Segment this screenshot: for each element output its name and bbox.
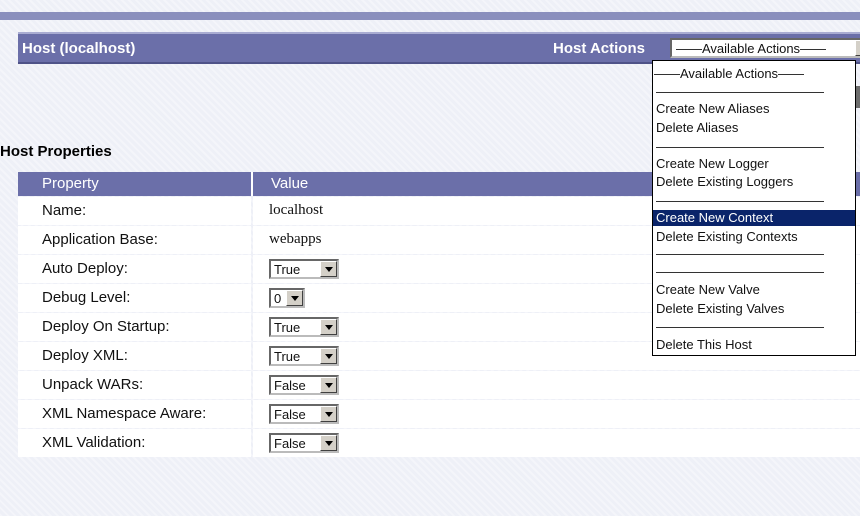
- property-label: Auto Deploy:: [18, 255, 251, 283]
- property-value-cell: False: [253, 371, 860, 399]
- deploy-on-startup-selected-value: True: [274, 320, 301, 335]
- property-label: Unpack WARs:: [18, 371, 251, 399]
- chevron-down-icon[interactable]: [320, 377, 337, 393]
- dropdown-option-create-new-logger[interactable]: Create New Logger: [653, 156, 855, 172]
- host-title: Host (localhost): [22, 40, 136, 57]
- xml-validation-select[interactable]: False: [269, 433, 339, 453]
- property-label: Application Base:: [18, 226, 251, 254]
- dropdown-option-create-new-aliases[interactable]: Create New Aliases: [653, 101, 855, 117]
- column-header-value: Value: [271, 175, 309, 192]
- column-header-property: Property: [42, 175, 99, 192]
- dropdown-option-delete-existing-loggers[interactable]: Delete Existing Loggers: [653, 174, 855, 190]
- xml-namespace-aware-select[interactable]: False: [269, 404, 339, 424]
- dropdown-option-delete-existing-contexts[interactable]: Delete Existing Contexts: [653, 229, 855, 245]
- host-actions-select[interactable]: ——Available Actions——: [670, 38, 860, 58]
- chevron-down-icon[interactable]: [320, 319, 337, 335]
- column-divider: [251, 172, 253, 196]
- property-label: Debug Level:: [18, 284, 251, 312]
- dropdown-option-create-new-context[interactable]: Create New Context: [653, 210, 855, 226]
- table-row-xml-namespace-aware: XML Namespace Aware: False: [18, 400, 860, 429]
- chevron-down-icon[interactable]: [286, 290, 303, 306]
- property-label: Deploy On Startup:: [18, 313, 251, 341]
- debug-level-select[interactable]: 0: [269, 288, 305, 308]
- auto-deploy-selected-value: True: [274, 262, 301, 277]
- top-strip: [0, 12, 860, 20]
- chevron-down-icon[interactable]: [855, 40, 860, 56]
- host-actions-label: Host Actions: [553, 40, 645, 57]
- unpack-wars-select[interactable]: False: [269, 375, 339, 395]
- chevron-down-icon[interactable]: [320, 348, 337, 364]
- dropdown-separator: [656, 201, 824, 202]
- property-label: Name:: [18, 197, 251, 225]
- property-label: XML Namespace Aware:: [18, 400, 251, 428]
- deploy-on-startup-select[interactable]: True: [269, 317, 339, 337]
- xml-validation-selected-value: False: [274, 436, 306, 451]
- host-actions-selected-value: ——Available Actions——: [676, 41, 827, 56]
- dropdown-option-delete-existing-valves[interactable]: Delete Existing Valves: [653, 301, 855, 317]
- chevron-down-icon[interactable]: [320, 261, 337, 277]
- host-actions-dropdown-list: ——Available Actions—— Create New Aliases…: [652, 60, 856, 356]
- property-label: Deploy XML:: [18, 342, 251, 370]
- unpack-wars-selected-value: False: [274, 378, 306, 393]
- name-value: localhost: [269, 202, 324, 218]
- property-value-cell: False: [253, 429, 860, 457]
- application-base-value: webapps: [269, 231, 322, 247]
- dropdown-separator: [656, 272, 824, 273]
- chevron-down-icon[interactable]: [320, 406, 337, 422]
- dropdown-option-delete-aliases[interactable]: Delete Aliases: [653, 120, 855, 136]
- dropdown-option-available-actions[interactable]: ——Available Actions——: [653, 66, 855, 82]
- deploy-xml-select[interactable]: True: [269, 346, 339, 366]
- xml-namespace-aware-selected-value: False: [274, 407, 306, 422]
- dropdown-separator: [656, 147, 824, 148]
- chevron-down-icon[interactable]: [320, 435, 337, 451]
- table-row-unpack-wars: Unpack WARs: False: [18, 371, 860, 400]
- property-label: XML Validation:: [18, 429, 251, 457]
- dropdown-separator: [656, 254, 824, 255]
- dropdown-separator: [656, 92, 824, 93]
- auto-deploy-select[interactable]: True: [269, 259, 339, 279]
- dropdown-option-create-new-valve[interactable]: Create New Valve: [653, 282, 855, 298]
- dropdown-option-delete-this-host[interactable]: Delete This Host: [653, 337, 855, 353]
- section-title-host-properties: Host Properties: [0, 143, 112, 160]
- table-row-xml-validation: XML Validation: False: [18, 429, 860, 458]
- deploy-xml-selected-value: True: [274, 349, 301, 364]
- property-value-cell: False: [253, 400, 860, 428]
- debug-level-selected-value: 0: [274, 291, 282, 306]
- dropdown-separator: [656, 327, 824, 328]
